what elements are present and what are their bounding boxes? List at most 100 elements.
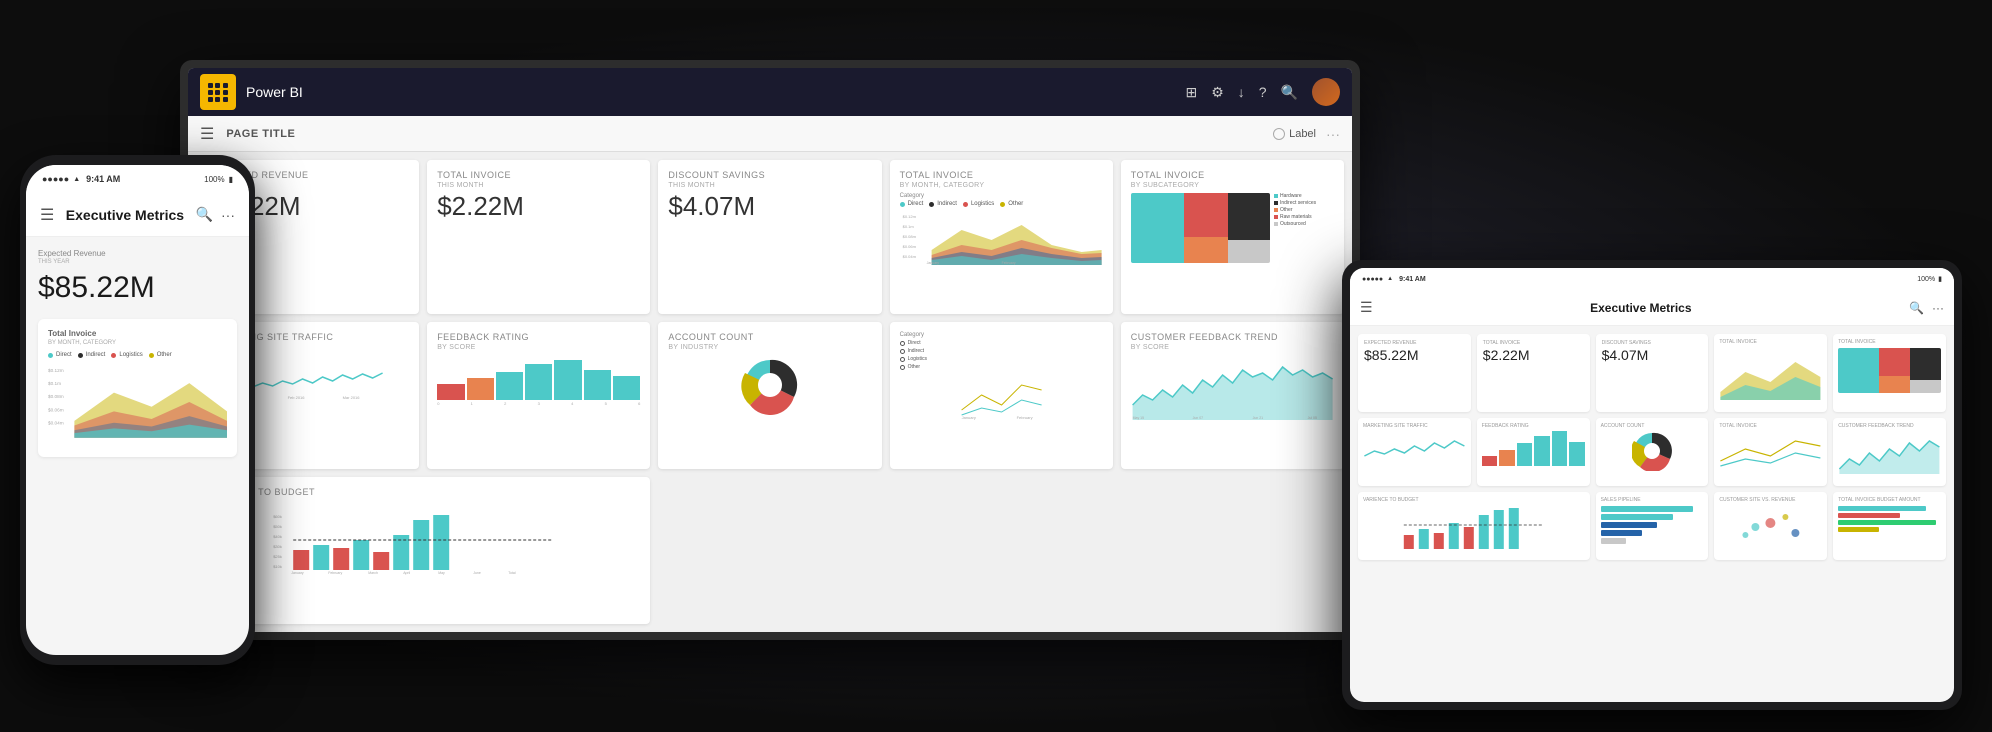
bar-x-axis: 0123456 [437,401,640,406]
svg-text:February: February [1016,415,1032,420]
tablet-area-svg [1719,347,1822,402]
svg-text:$0.04m: $0.04m [902,254,916,259]
bar-3 [496,372,523,400]
multi-line-chart: January February [900,370,1103,420]
tablet-revenue-value: $85.22M [1364,347,1465,363]
phone-menu-icon[interactable]: ☰ [40,205,54,225]
tablet-customer-trend: Customer Feedback Trend [1833,418,1946,486]
svg-text:Feb 2016: Feb 2016 [288,395,306,400]
tablet-battery-icon: ▮ [1938,275,1942,283]
legend-outsourced: Outsourced [1274,221,1334,227]
svg-text:$0.06m: $0.06m [902,244,916,249]
tab-bar-3 [1517,443,1532,466]
treemap-orange [1184,237,1229,263]
phone-screen: ●●●●● ▲ 9:41 AM 100% ▮ ☰ Executive Metri… [26,165,249,655]
phone-more-icon[interactable]: ··· [221,207,235,223]
tablet-savings-value: $4.07M [1602,347,1703,363]
bar-2 [467,378,494,400]
search-icon[interactable]: 🔍 [1281,84,1298,101]
more-icon[interactable]: ··· [1326,126,1340,142]
budget-bar-3 [1838,520,1936,525]
category-filter-label: Category [900,332,1103,338]
dashboard-grid: Expected Revenue THIS YEAR $85.22M Total… [188,152,1352,632]
tablet-pipeline-title: Sales Pipeline [1601,497,1704,503]
tablet-treemap-red [1879,348,1910,376]
tablet-invoice-treemap: Total Invoice [1833,334,1946,412]
tablet-line-svg [1719,431,1822,471]
svg-text:March: March [368,571,378,575]
tablet-screen: ●●●●● ▲ 9:41 AM 100% ▮ ☰ Executive Metri… [1350,268,1954,702]
label-button[interactable]: Label [1273,128,1316,140]
user-avatar[interactable] [1312,78,1340,106]
svg-text:May 15: May 15 [1132,416,1144,420]
phone-header: ☰ Executive Metrics 🔍 ··· [26,193,249,237]
hamburger-icon[interactable]: ☰ [200,124,214,144]
bar-1 [437,384,464,400]
svg-text:February: February [328,571,342,575]
tablet-wifi-icon: ●●●●● [1362,276,1383,283]
card-discount-savings: Discount Savings THIS MONTH $4.07M [658,160,881,314]
legend-raw-materials: Raw materials [1274,214,1334,220]
powerbi-logo-button[interactable] [200,74,236,110]
tablet-feedback-title: Feedback Rating [1482,423,1585,429]
help-icon[interactable]: ? [1259,84,1267,100]
tablet-metric-savings: Discount Savings $4.07M [1596,334,1709,412]
legend-logistics: Logistics [963,201,994,207]
svg-text:$0.12m: $0.12m [902,214,916,219]
area-chart-svg: $0.12m $0.1m $0.08m $0.06m $0.04m [900,210,1103,265]
phone-revenue-section: Expected Revenue THIS YEAR $85.22M [38,249,237,305]
settings-icon[interactable]: ⚙ [1211,84,1224,101]
tablet-budget-amount: Total Invoice Budget Amount [1833,492,1946,560]
card-variance-sub: BY MONTH [206,499,640,506]
tablet-feedback-chart: Feedback Rating [1477,418,1590,486]
phone-search-icon[interactable]: 🔍 [196,206,213,223]
card-discount-savings-sub: THIS MONTH [668,182,871,189]
phone-logistics-dot [111,353,116,358]
tab-bar-6 [1569,442,1584,467]
tablet-sparkline [1363,431,1466,466]
tab-bar-1 [1482,456,1497,467]
tablet-search-icon[interactable]: 🔍 [1909,301,1924,315]
phone-direct-dot [48,353,53,358]
tablet-sales-pipeline: Sales Pipeline [1596,492,1709,560]
treemap-col3 [1228,193,1270,263]
tab-bar-2 [1499,450,1514,466]
phone-other-dot [149,353,154,358]
tablet-more-icon[interactable]: ··· [1932,301,1944,315]
card-discount-savings-title: Discount Savings [668,170,871,180]
label-text: Label [1289,128,1316,140]
tablet-invoice-area-title: Total Invoice [1719,339,1822,345]
variance-chart-svg: $60k $50k $40k $30k $25k $10k [206,510,640,575]
treemap-red [1184,193,1229,237]
tablet-invoice-value: $2.22M [1483,347,1584,363]
tablet-customer-revenue: Customer Site vs. Revenue [1714,492,1827,560]
card-total-invoice-value: $2.22M [437,193,640,219]
card-customer-feedback-sub: BY SCORE [1131,344,1334,351]
tablet-treemap-col2 [1879,348,1910,393]
treemap-gray [1228,240,1270,263]
tablet-bar-chart [1482,431,1585,466]
svg-text:$0.06m: $0.06m [48,407,64,412]
share-icon[interactable]: ⊞ [1185,84,1197,101]
tablet-treemap-col3 [1910,348,1941,393]
tablet-treemap-title: Total Invoice [1838,339,1941,345]
tablet-menu-icon[interactable]: ☰ [1360,299,1373,316]
card-total-invoice-area: Total Invoice BY MONTH, CATEGORY Categor… [890,160,1113,314]
phone-chart-legend: Direct Indirect Logistics Other [48,352,227,358]
tablet-variance: Varience to Budget [1358,492,1590,560]
svg-text:$0.08m: $0.08m [902,234,916,239]
desktop-monitor: Power BI ⊞ ⚙ ↓ ? 🔍 ☰ PAGE TITLE [180,60,1360,640]
tablet-revenue-label: Expected Revenue [1364,340,1465,346]
phone-revenue-title: Expected Revenue [38,249,237,258]
logistics-color-dot [963,202,968,207]
treemap-teal [1131,193,1184,263]
treemap-col2 [1184,193,1229,263]
tablet-customer-revenue-title: Customer Site vs. Revenue [1719,497,1822,503]
legend-hardware: Hardware [1274,193,1334,199]
outsourced-square [1274,222,1278,226]
svg-text:$0.08m: $0.08m [48,394,64,399]
tablet-signal-icon: ▲ [1387,276,1393,282]
download-icon[interactable]: ↓ [1238,84,1245,100]
powerbi-app-title: Power BI [246,84,303,100]
svg-text:January: January [291,571,304,575]
